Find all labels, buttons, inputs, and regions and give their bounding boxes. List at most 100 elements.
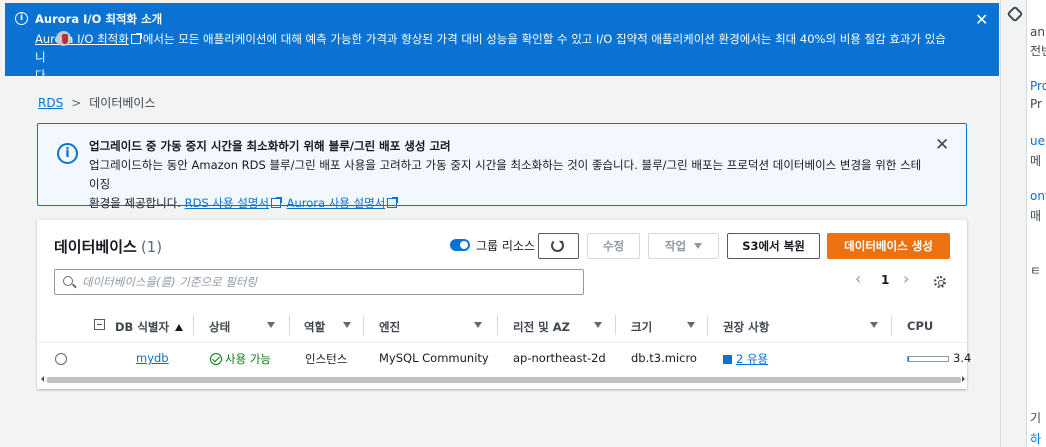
alert-body-text-end: 환경을 제공합니다. [89, 196, 181, 210]
side-text: 전번 [1030, 44, 1046, 58]
side-link[interactable]: ue [1030, 134, 1045, 148]
col-region-az[interactable]: 리전 및 AZ [513, 319, 570, 335]
alert-body: 업그레이드하는 동안 Amazon RDS 블루/그린 배포 사용을 고려하고 … [89, 156, 929, 213]
prev-page-icon[interactable]: ‹ [855, 269, 861, 288]
status-text: 사용 가능 [225, 352, 271, 366]
col-db-identifier[interactable]: DB 식별자 [115, 319, 184, 335]
column-divider [193, 315, 194, 335]
side-link[interactable]: Pro [1030, 79, 1046, 93]
group-resources-toggle[interactable] [450, 239, 470, 251]
databases-panel: 데이터베이스 (1) 그룹 리소스 수정 작업 S3에서 복원 데이터베이스 생성… [37, 219, 971, 389]
flash-body: Aurora I/O 최적화 에서는 모든 애플리케이션에 대해 예측 가능한 가… [35, 30, 955, 84]
mouse-cursor-icon [56, 31, 71, 46]
scroll-left-icon[interactable] [38, 376, 44, 382]
info-icon: i [15, 12, 28, 25]
check-circle-icon [210, 353, 222, 365]
sort-icon [594, 322, 602, 328]
refresh-button[interactable] [538, 233, 579, 259]
col-status[interactable]: 상태 [209, 319, 230, 335]
scroll-thumb[interactable] [47, 377, 961, 383]
column-divider [707, 315, 708, 335]
alert-close-button[interactable]: ✕ [935, 135, 949, 155]
settings-hex-icon[interactable] [1006, 5, 1024, 23]
side-text: Pr [1030, 97, 1042, 111]
chevron-right-icon: > [71, 96, 82, 110]
sort-icon [870, 322, 878, 328]
panel-count: (1) [140, 238, 163, 256]
sort-icon [343, 322, 351, 328]
side-tool-rail [1001, 0, 1027, 447]
col-label: DB 식별자 [115, 320, 170, 334]
group-resources-label: 그룹 리소스 [476, 239, 536, 253]
flash-link[interactable]: Aurora I/O 최적화 [35, 32, 129, 46]
column-divider [891, 315, 892, 335]
side-text: ㅌ D [1030, 264, 1046, 278]
row-select-radio[interactable] [55, 353, 67, 365]
info-icon: i [57, 143, 78, 164]
next-page-icon[interactable]: › [903, 269, 909, 288]
cpu-value: 3.4 [953, 351, 972, 365]
create-database-button[interactable]: 데이터베이스 생성 [827, 233, 950, 259]
scroll-right-icon[interactable] [962, 376, 968, 382]
column-divider [497, 315, 498, 335]
rds-guide-link[interactable]: RDS 사용 설명서 [185, 196, 269, 210]
side-text: 기 [1030, 411, 1042, 425]
actions-button[interactable]: 작업 [648, 233, 719, 259]
info-alert: i 업그레이드 중 가동 중지 시간을 최소화하기 위해 블루/그린 배포 생성… [37, 123, 967, 210]
scroll-track [45, 377, 961, 383]
panel-title-text: 데이터베이스 [54, 238, 137, 256]
external-link-icon [130, 33, 142, 44]
breadcrumb-rds[interactable]: RDS [38, 96, 63, 110]
cpu-progress-fill [908, 357, 909, 361]
actions-label: 작업 [664, 239, 687, 253]
sort-ascending-icon [175, 324, 184, 331]
info-square-icon [723, 355, 732, 364]
col-cpu[interactable]: CPU [907, 319, 933, 333]
flash-title: Aurora I/O 최적화 소개 [35, 12, 163, 26]
region-cell: ap-northeast-2d [513, 351, 606, 365]
page-number[interactable]: 1 [881, 273, 889, 287]
size-cell: db.t3.micro [631, 351, 697, 365]
engine-cell: MySQL Community [379, 351, 489, 365]
collapse-all-icon[interactable] [94, 319, 105, 330]
sort-icon [474, 322, 482, 328]
table-row: mydb 사용 가능 인스턴스 MySQL Community ap-north… [37, 343, 971, 373]
side-link[interactable]: ont [1030, 189, 1046, 203]
filter-input[interactable] [82, 273, 577, 291]
column-divider [363, 315, 364, 335]
flash-banner: i Aurora I/O 최적화 소개 Aurora I/O 최적화 에서는 모든… [5, 3, 999, 82]
flash-body-text-end: 다. [35, 68, 50, 82]
role-cell: 인스턴스 [305, 352, 348, 366]
col-size[interactable]: 크기 [631, 319, 652, 335]
side-text: an [1030, 25, 1045, 39]
right-side-panel: an 전번 Pro Pr ue 메 ont 매 ㅌ D 기 하 [1000, 0, 1046, 447]
col-role[interactable]: 역할 [304, 319, 325, 335]
alert-title: 업그레이드 중 가동 중지 시간을 최소화하기 위해 블루/그린 배포 생성 고… [89, 139, 451, 153]
recommendations-cell: 2 유용 [723, 351, 768, 367]
caret-down-icon [694, 243, 703, 249]
cpu-progress-bar [907, 356, 949, 362]
external-link-icon [270, 197, 282, 208]
sort-icon [687, 322, 695, 328]
db-identifier-link[interactable]: mydb [136, 351, 169, 365]
side-link[interactable]: 하 [1030, 430, 1041, 447]
gear-icon[interactable] [934, 276, 946, 288]
restore-from-s3-button[interactable]: S3에서 복원 [727, 233, 820, 259]
column-divider [615, 315, 616, 335]
breadcrumb: RDS > 데이터베이스 [38, 94, 156, 111]
search-icon [63, 276, 73, 286]
horizontal-scrollbar[interactable] [37, 375, 967, 385]
modify-button[interactable]: 수정 [587, 233, 640, 259]
external-link-icon [387, 197, 399, 208]
table-header: DB 식별자 상태 역할 엔진 리전 및 AZ 크기 권장 사항 CPU [37, 307, 967, 343]
recommendations-link[interactable]: 2 유용 [736, 352, 768, 366]
alert-body-text: 업그레이드하는 동안 Amazon RDS 블루/그린 배포 사용을 고려하고 … [89, 158, 922, 191]
aurora-guide-link[interactable]: Aurora 사용 설명서 [287, 196, 386, 210]
breadcrumb-current: 데이터베이스 [89, 96, 156, 110]
filter-box [54, 269, 584, 295]
sort-icon [267, 322, 275, 328]
col-recommendations[interactable]: 권장 사항 [723, 319, 769, 335]
side-text: 메 [1030, 154, 1042, 168]
col-engine[interactable]: 엔진 [379, 319, 400, 335]
flash-close-button[interactable]: ✕ [975, 10, 988, 29]
